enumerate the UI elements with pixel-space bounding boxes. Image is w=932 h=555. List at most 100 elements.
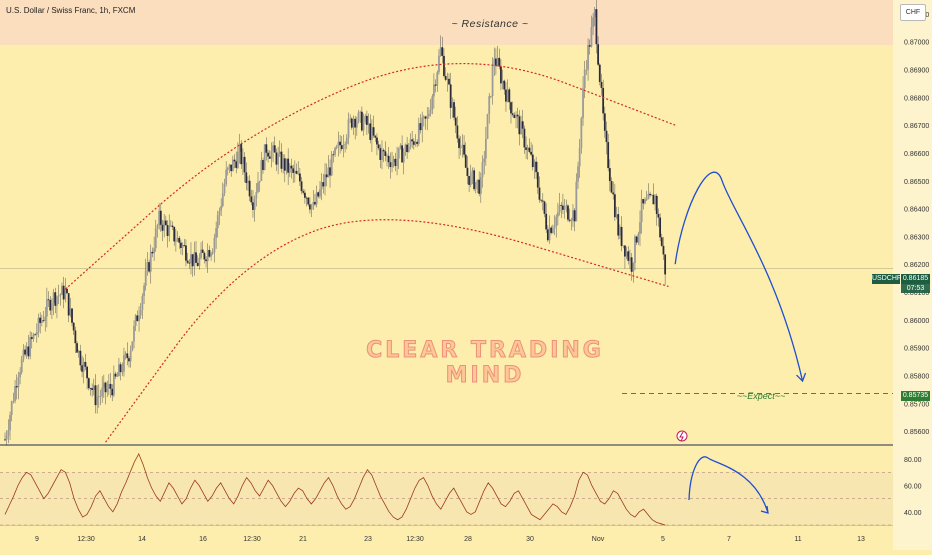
candle-body bbox=[399, 145, 402, 148]
y-tick-label: 0.86900 bbox=[904, 68, 929, 75]
candle-body bbox=[374, 135, 377, 138]
candle-body bbox=[453, 102, 455, 118]
candle-body bbox=[548, 227, 551, 241]
candle-body bbox=[660, 237, 663, 246]
candle-body bbox=[171, 225, 174, 227]
candle-body bbox=[44, 316, 47, 321]
currency-badge[interactable]: CHF bbox=[900, 4, 926, 21]
candle-body bbox=[411, 139, 414, 142]
candle-body bbox=[40, 320, 43, 323]
candle-body bbox=[498, 57, 501, 67]
candle-body bbox=[123, 355, 125, 372]
candle-body bbox=[282, 158, 285, 169]
candle-body bbox=[515, 114, 517, 119]
candle-body bbox=[484, 138, 487, 159]
candle-body bbox=[478, 179, 481, 194]
candle-body bbox=[406, 144, 409, 153]
candle-body bbox=[605, 130, 608, 143]
candle-body bbox=[113, 373, 115, 396]
candle-body bbox=[349, 118, 352, 120]
candle-body bbox=[104, 382, 107, 393]
candle-body bbox=[218, 210, 221, 216]
candle-body bbox=[257, 182, 259, 193]
candle-body bbox=[143, 285, 145, 297]
candle-body bbox=[154, 228, 157, 249]
candle-body bbox=[298, 173, 301, 182]
candle-body bbox=[20, 359, 23, 373]
candle-body bbox=[25, 346, 28, 355]
candle-body bbox=[37, 317, 40, 332]
candle-body bbox=[521, 121, 524, 129]
candle-body bbox=[272, 145, 274, 152]
candle-body bbox=[205, 259, 207, 262]
candle-body bbox=[242, 156, 244, 165]
candle-body bbox=[59, 294, 62, 296]
candle-body bbox=[111, 388, 114, 396]
candle-body bbox=[434, 84, 437, 86]
candle-body bbox=[557, 212, 559, 217]
candle-body bbox=[12, 401, 15, 402]
candle-body bbox=[620, 226, 623, 246]
candle-body bbox=[92, 385, 95, 390]
candle-body bbox=[164, 220, 167, 225]
candle-body bbox=[412, 141, 415, 145]
candle-body bbox=[129, 350, 132, 362]
candle-body bbox=[572, 210, 574, 221]
candle-body bbox=[469, 172, 472, 185]
candle-body bbox=[635, 236, 638, 243]
candle-body bbox=[200, 249, 202, 258]
candle-body bbox=[496, 57, 499, 66]
candle-body bbox=[354, 118, 357, 128]
candle-body bbox=[97, 396, 100, 398]
candle-body bbox=[407, 146, 410, 153]
candle-body bbox=[607, 142, 610, 169]
candle-body bbox=[278, 151, 281, 155]
candle-body bbox=[511, 113, 514, 115]
candle-body bbox=[4, 439, 6, 441]
y-tick-label: 0.86500 bbox=[904, 179, 929, 186]
candle-body bbox=[376, 137, 378, 145]
candle-body bbox=[464, 154, 467, 168]
candle-body bbox=[134, 315, 137, 326]
candle-body bbox=[270, 151, 273, 159]
candle-body bbox=[268, 156, 271, 159]
candle-body bbox=[32, 334, 35, 339]
candle-body bbox=[339, 141, 341, 146]
candle-body bbox=[166, 224, 169, 236]
candle-body bbox=[458, 138, 460, 149]
candle-body bbox=[240, 143, 243, 165]
candle-body bbox=[381, 149, 383, 160]
candle-body bbox=[592, 17, 594, 28]
bar-countdown: 07:53 bbox=[901, 284, 930, 293]
candle-body bbox=[540, 199, 543, 201]
candle-body bbox=[66, 288, 68, 294]
candle-body bbox=[618, 226, 621, 236]
x-tick-label: 28 bbox=[464, 536, 472, 543]
candle-body bbox=[176, 237, 179, 242]
candle-body bbox=[402, 151, 405, 163]
candle-body bbox=[582, 88, 584, 119]
candle-body bbox=[258, 180, 261, 183]
candle-body bbox=[56, 296, 58, 306]
candle-body bbox=[320, 182, 323, 190]
candle-body bbox=[563, 206, 566, 210]
y-tick-label: 0.85800 bbox=[904, 373, 929, 380]
candle-body bbox=[364, 115, 367, 122]
candle-body bbox=[603, 113, 606, 131]
candle-body bbox=[598, 64, 601, 82]
candle-body bbox=[456, 125, 459, 139]
candle-body bbox=[250, 196, 253, 203]
candle-body bbox=[454, 117, 457, 126]
candle-body bbox=[340, 145, 343, 150]
candle-body bbox=[10, 401, 13, 416]
candle-body bbox=[523, 128, 526, 148]
candle-body bbox=[277, 154, 280, 165]
candle-body bbox=[185, 245, 187, 261]
candle-body bbox=[610, 181, 613, 193]
candle-body bbox=[226, 167, 229, 170]
candle-body bbox=[401, 145, 403, 163]
candle-body bbox=[414, 141, 417, 145]
candle-body bbox=[292, 168, 295, 173]
candle-body bbox=[570, 220, 573, 222]
candle-body bbox=[94, 385, 97, 406]
